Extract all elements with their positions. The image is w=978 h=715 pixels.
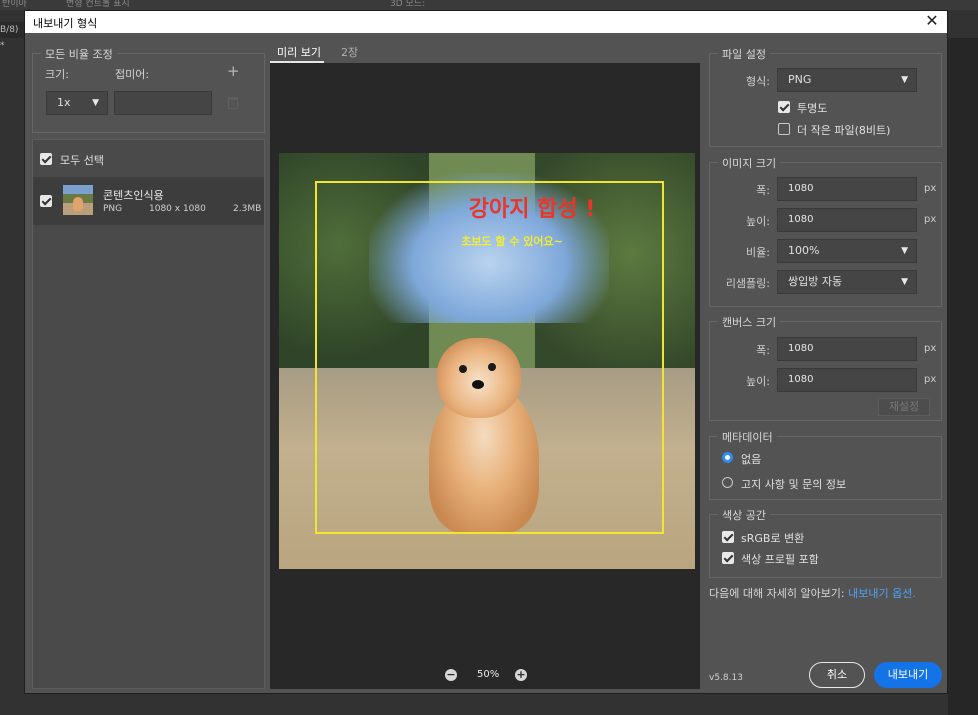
format-dropdown[interactable]: PNG ▼ (777, 68, 917, 92)
zoom-level: 50% (477, 669, 500, 680)
tab-2x[interactable]: 2장 (341, 44, 358, 60)
canvas-width-unit: px (924, 343, 937, 354)
app-document-tab[interactable]: B/8) * (0, 22, 24, 51)
image-width-input[interactable]: 1080 (777, 177, 917, 201)
export-as-dialog: 내보내기 형식 ✕ 모든 비율 조정 크기: 접미어: + 1x ▼ 모두 선택… (24, 10, 948, 694)
layer-checkbox[interactable] (40, 195, 52, 207)
canvas-height-input[interactable]: 1080 (777, 368, 917, 392)
tab-preview[interactable]: 미리 보기 (277, 44, 321, 60)
chevron-down-icon: ▼ (901, 246, 908, 256)
metadata-none-label: 없음 (741, 453, 762, 466)
image-size-label: 이미지 크기 (718, 155, 781, 171)
image-height-unit: px (924, 214, 937, 225)
add-scale-icon[interactable]: + (227, 62, 240, 80)
resample-label: 리샘플링: (725, 277, 770, 290)
select-all-checkbox[interactable] (40, 153, 52, 165)
canvas-width-input[interactable]: 1080 (777, 337, 917, 361)
metadata-copyright-label: 고지 사항 및 문의 정보 (741, 478, 847, 491)
layer-dimensions: 1080 x 1080 (149, 204, 206, 214)
canvas-height-unit: px (924, 374, 937, 385)
layer-format: PNG (103, 204, 123, 214)
chevron-down-icon: ▼ (901, 75, 908, 85)
image-width-label: 폭: (756, 184, 770, 197)
canvas-size-label: 캔버스 크기 (718, 314, 781, 330)
app-topbar-item: 변형 컨트롤 표시 (66, 0, 130, 9)
format-label: 형식: (746, 75, 770, 88)
export-button[interactable]: 내보내기 (874, 662, 942, 688)
color-space-group: 색상 공간 (709, 507, 942, 578)
size-label: 크기: (45, 68, 69, 81)
chevron-down-icon: ▼ (92, 98, 99, 108)
layer-list-panel: 모두 선택 콘텐츠인식용 PNG 1080 x 1080 2.3MB (32, 139, 265, 689)
metadata-copyright-radio[interactable] (722, 477, 733, 488)
image-title-text: 강아지 합성 ! (468, 197, 596, 222)
metadata-none-radio[interactable] (722, 452, 733, 463)
smaller-file-checkbox[interactable] (778, 123, 790, 135)
suffix-label: 접미어: (115, 68, 150, 81)
convert-srgb-label: sRGB로 변환 (741, 532, 805, 545)
layer-thumbnail (63, 185, 93, 215)
ratio-value: 100% (788, 244, 820, 257)
color-space-label: 색상 공간 (718, 507, 770, 523)
image-width-unit: px (924, 183, 937, 194)
app-topbar-item: 3D 모드: (390, 0, 426, 9)
suffix-input[interactable] (114, 91, 212, 115)
ratio-dropdown[interactable]: 100% ▼ (777, 239, 917, 263)
version-label: v5.8.13 (709, 673, 743, 683)
chevron-down-icon: ▼ (901, 277, 908, 287)
cancel-button[interactable]: 취소 (809, 662, 865, 688)
dialog-title: 내보내기 형식 (33, 17, 98, 30)
smaller-file-label: 더 작은 파일(8비트) (797, 124, 891, 137)
scale-all-label: 모든 비율 조정 (41, 46, 117, 62)
convert-srgb-checkbox[interactable] (722, 531, 734, 543)
export-options-link[interactable]: 내보내기 옵션. (848, 587, 916, 600)
image-height-label: 높이: (746, 215, 770, 228)
reset-button[interactable]: 재설정 (878, 398, 930, 416)
canvas-height-label: 높이: (746, 375, 770, 388)
transparency-label: 투명도 (797, 102, 828, 115)
canvas-width-label: 폭: (756, 344, 770, 357)
trash-icon (228, 97, 238, 109)
close-icon[interactable]: ✕ (923, 12, 941, 30)
app-options-bar: 반이아 변형 컨트롤 표시 3D 모드: (0, 0, 978, 10)
scale-size-value: 1x (57, 96, 71, 109)
preview-image: 강아지 합성 ! 초보도 할 수 있어요~ (279, 153, 695, 569)
preview-canvas: 강아지 합성 ! 초보도 할 수 있어요~ (270, 63, 700, 689)
embed-profile-checkbox[interactable] (722, 552, 734, 564)
layer-filesize: 2.3MB (233, 204, 262, 214)
scale-size-dropdown[interactable]: 1x ▼ (46, 91, 108, 115)
zoom-out-icon[interactable]: − (445, 669, 457, 681)
resample-dropdown[interactable]: 쌍입방 자동 ▼ (777, 270, 917, 294)
learn-more-text: 다음에 대해 자세히 알아보기: 내보내기 옵션. (709, 585, 916, 601)
image-subtitle-text: 초보도 할 수 있어요~ (461, 235, 563, 248)
ratio-label: 비율: (746, 246, 770, 259)
select-all-label: 모두 선택 (60, 154, 104, 167)
app-side-panel (948, 38, 978, 715)
dialog-titlebar: 내보내기 형식 ✕ (25, 11, 947, 33)
image-height-input[interactable]: 1080 (777, 208, 917, 232)
zoom-in-icon[interactable]: + (515, 669, 527, 681)
app-topbar-item: 반이아 (2, 0, 27, 9)
transparency-checkbox[interactable] (778, 101, 790, 113)
layer-name: 콘텐츠인식용 (103, 189, 164, 202)
learn-more-prefix: 다음에 대해 자세히 알아보기: (709, 587, 845, 600)
metadata-label: 메타데이터 (718, 429, 777, 445)
embed-profile-label: 색상 프로필 포함 (741, 553, 819, 566)
resample-value: 쌍입방 자동 (788, 275, 843, 288)
format-value: PNG (788, 73, 812, 86)
file-settings-label: 파일 설정 (718, 46, 770, 62)
list-item[interactable]: 콘텐츠인식용 PNG 1080 x 1080 2.3MB (33, 177, 264, 225)
